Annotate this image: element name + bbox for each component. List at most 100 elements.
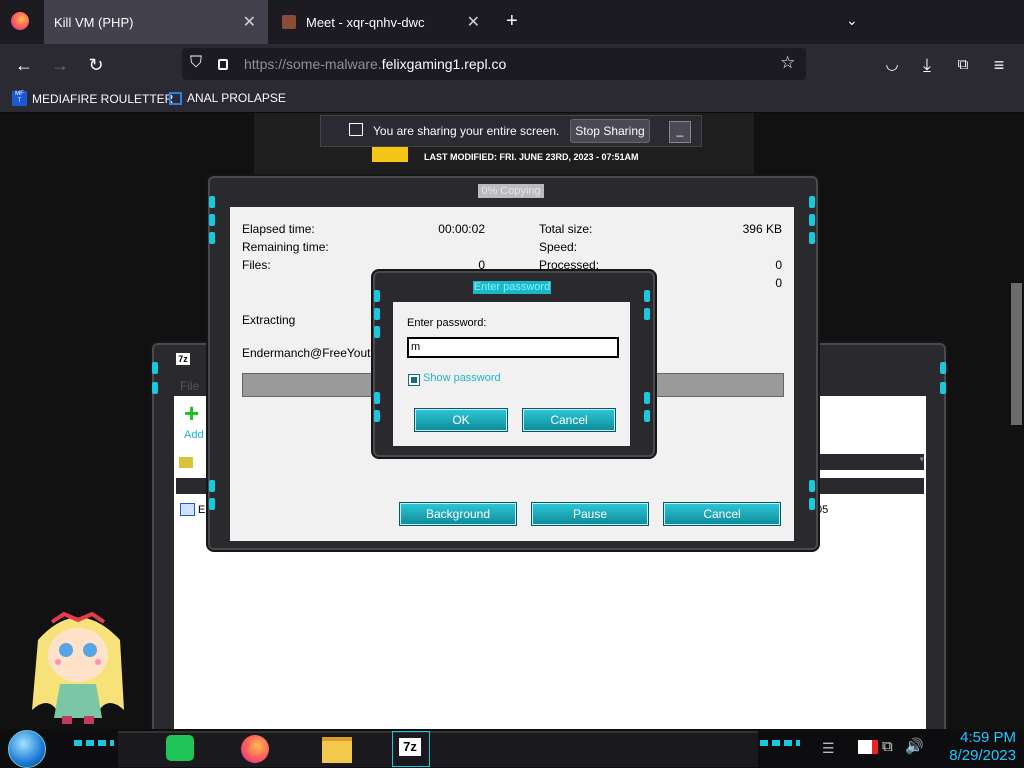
bookmark-mediafire[interactable]: MF T MEDIAFIRE ROULETTER (12, 91, 173, 106)
tab-kill-vm[interactable]: Kill VM (PHP) ✕ (44, 0, 268, 44)
mascot-character-image (28, 600, 128, 726)
browser-tab-bar: Kill VM (PHP) ✕ Meet - xqr-qnhv-dwc ✕ + … (0, 0, 1024, 44)
frame-light (809, 480, 815, 492)
current-file-name: Endermanch@FreeYoutube (242, 346, 391, 360)
network-icon[interactable]: ⧉ (882, 738, 893, 755)
cancel-extract-button[interactable]: Cancel (663, 502, 781, 526)
frame-light (374, 410, 380, 422)
password-prompt: Enter password: (407, 317, 487, 329)
bookmark-label: MEDIAFIRE ROULETTER (32, 91, 174, 106)
share-notice-text: You are sharing your entire screen. (373, 124, 560, 138)
start-orb-icon[interactable] (8, 730, 46, 768)
processed-value: 0 (775, 258, 782, 272)
frame-light (209, 214, 215, 226)
extensions-icon[interactable]: ⧉ (950, 52, 976, 78)
password-input[interactable]: m (407, 337, 619, 358)
file-explorer-icon[interactable] (318, 731, 354, 765)
files-label: Files: (242, 258, 271, 272)
frame-light (209, 196, 215, 208)
new-tab-icon[interactable]: + (506, 10, 518, 33)
file-modified: LAST MODIFIED: FRI. JUNE 23RD, 2023 - 07… (424, 152, 639, 162)
copy-dialog-title: 0% Copying (478, 184, 544, 198)
remaining-time-label: Remaining time: (242, 240, 329, 254)
frame-light (209, 480, 215, 492)
frame-light (152, 382, 158, 394)
tab-meet[interactable]: Meet - xqr-qnhv-dwc ✕ (270, 0, 492, 44)
shield-icon[interactable]: ⛉ (190, 54, 202, 72)
minimize-notice-button[interactable]: _ (669, 121, 691, 143)
show-password-checkbox[interactable] (408, 374, 420, 386)
frame-light (809, 232, 815, 244)
frame-light (644, 290, 650, 302)
list-item[interactable]: En (180, 503, 211, 516)
lock-icon[interactable] (218, 59, 228, 70)
clock-time: 4:59 PM (960, 729, 1016, 746)
security-flag-icon[interactable] (858, 740, 878, 754)
taskbar-clock[interactable]: 4:59 PM 8/29/2023 (930, 729, 1016, 765)
pause-button[interactable]: Pause (531, 502, 649, 526)
firefox-icon[interactable] (237, 731, 273, 765)
frame-light (374, 326, 380, 338)
frame-light (152, 362, 158, 374)
clock-date: 8/29/2023 (949, 747, 1016, 764)
notes-app-icon[interactable] (162, 731, 198, 765)
stop-sharing-button[interactable]: Stop Sharing (570, 119, 650, 143)
forward-icon[interactable]: → (47, 52, 73, 78)
taskbar-lights-left (74, 740, 114, 746)
add-icon[interactable]: + (184, 400, 204, 426)
address-combo[interactable]: ▾ (810, 454, 924, 470)
ok-button[interactable]: OK (414, 408, 508, 432)
frame-light (940, 382, 946, 394)
bookmark-star-icon[interactable]: ☆ (780, 53, 795, 73)
speed-label: Speed: (539, 240, 578, 254)
cancel-password-button[interactable]: Cancel (522, 408, 616, 432)
url-text[interactable]: https://some-malware.felixgaming1.repl.c… (244, 56, 506, 72)
url-prefix: https://some-malware. (244, 56, 382, 72)
operation-label: Extracting (242, 313, 296, 327)
add-label[interactable]: Add (184, 429, 204, 441)
close-tab-icon[interactable]: ✕ (243, 12, 256, 32)
frame-light (809, 196, 815, 208)
menu-file[interactable]: File (180, 379, 199, 393)
frame-light (940, 362, 946, 374)
volume-icon[interactable]: 🔊 (905, 737, 924, 755)
show-hidden-icons-icon[interactable]: ☰ (822, 740, 835, 757)
frame-light (374, 392, 380, 404)
manager-app-icon: 7z (176, 353, 190, 365)
firefox-menu-icon[interactable] (11, 12, 29, 30)
reload-icon[interactable]: ↻ (83, 52, 109, 78)
files-value: 0 (478, 258, 485, 272)
back-icon[interactable]: ← (11, 52, 37, 78)
total-size-label: Total size: (539, 222, 593, 236)
frame-light (644, 410, 650, 422)
share-screen-icon (349, 123, 363, 136)
list-all-tabs-icon[interactable]: ⌄ (846, 12, 858, 29)
show-password-label[interactable]: Show password (423, 372, 501, 384)
close-tab-icon[interactable]: ✕ (467, 12, 480, 32)
folder-up-icon[interactable] (179, 457, 193, 468)
meet-favicon-icon (282, 15, 296, 29)
frame-light (644, 392, 650, 404)
bookmarks-bar: MF T MEDIAFIRE ROULETTER ANAL PROLAPSE (0, 86, 1024, 113)
mediafire-icon: MF T (12, 91, 27, 106)
downloads-icon[interactable]: ⤓ (914, 52, 940, 78)
frame-light (374, 290, 380, 302)
frame-light (809, 214, 815, 226)
taskbar-frame (118, 731, 758, 767)
bookmark-prolapse[interactable]: ANAL PROLAPSE (169, 91, 286, 105)
frame-light (644, 308, 650, 320)
url-domain: felixgaming1.repl.co (381, 56, 507, 72)
frame-light (374, 308, 380, 320)
page-scrollbar[interactable] (1011, 283, 1022, 425)
url-bar[interactable]: ⛉ https://some-malware.felixgaming1.repl… (182, 48, 806, 80)
app-menu-icon[interactable]: ≡ (986, 52, 1012, 78)
7zip-icon[interactable]: 7z (392, 731, 430, 767)
background-button[interactable]: Background (399, 502, 517, 526)
bookmark-logo-icon (169, 91, 182, 105)
elapsed-time-label: Elapsed time: (242, 222, 315, 236)
total-size-value: 396 KB (742, 222, 782, 236)
pocket-icon[interactable]: ◡ (879, 52, 905, 78)
bookmark-label: ANAL PROLAPSE (187, 91, 286, 105)
tab-title: Meet - xqr-qnhv-dwc (306, 14, 425, 30)
archive-file-icon (180, 503, 195, 516)
